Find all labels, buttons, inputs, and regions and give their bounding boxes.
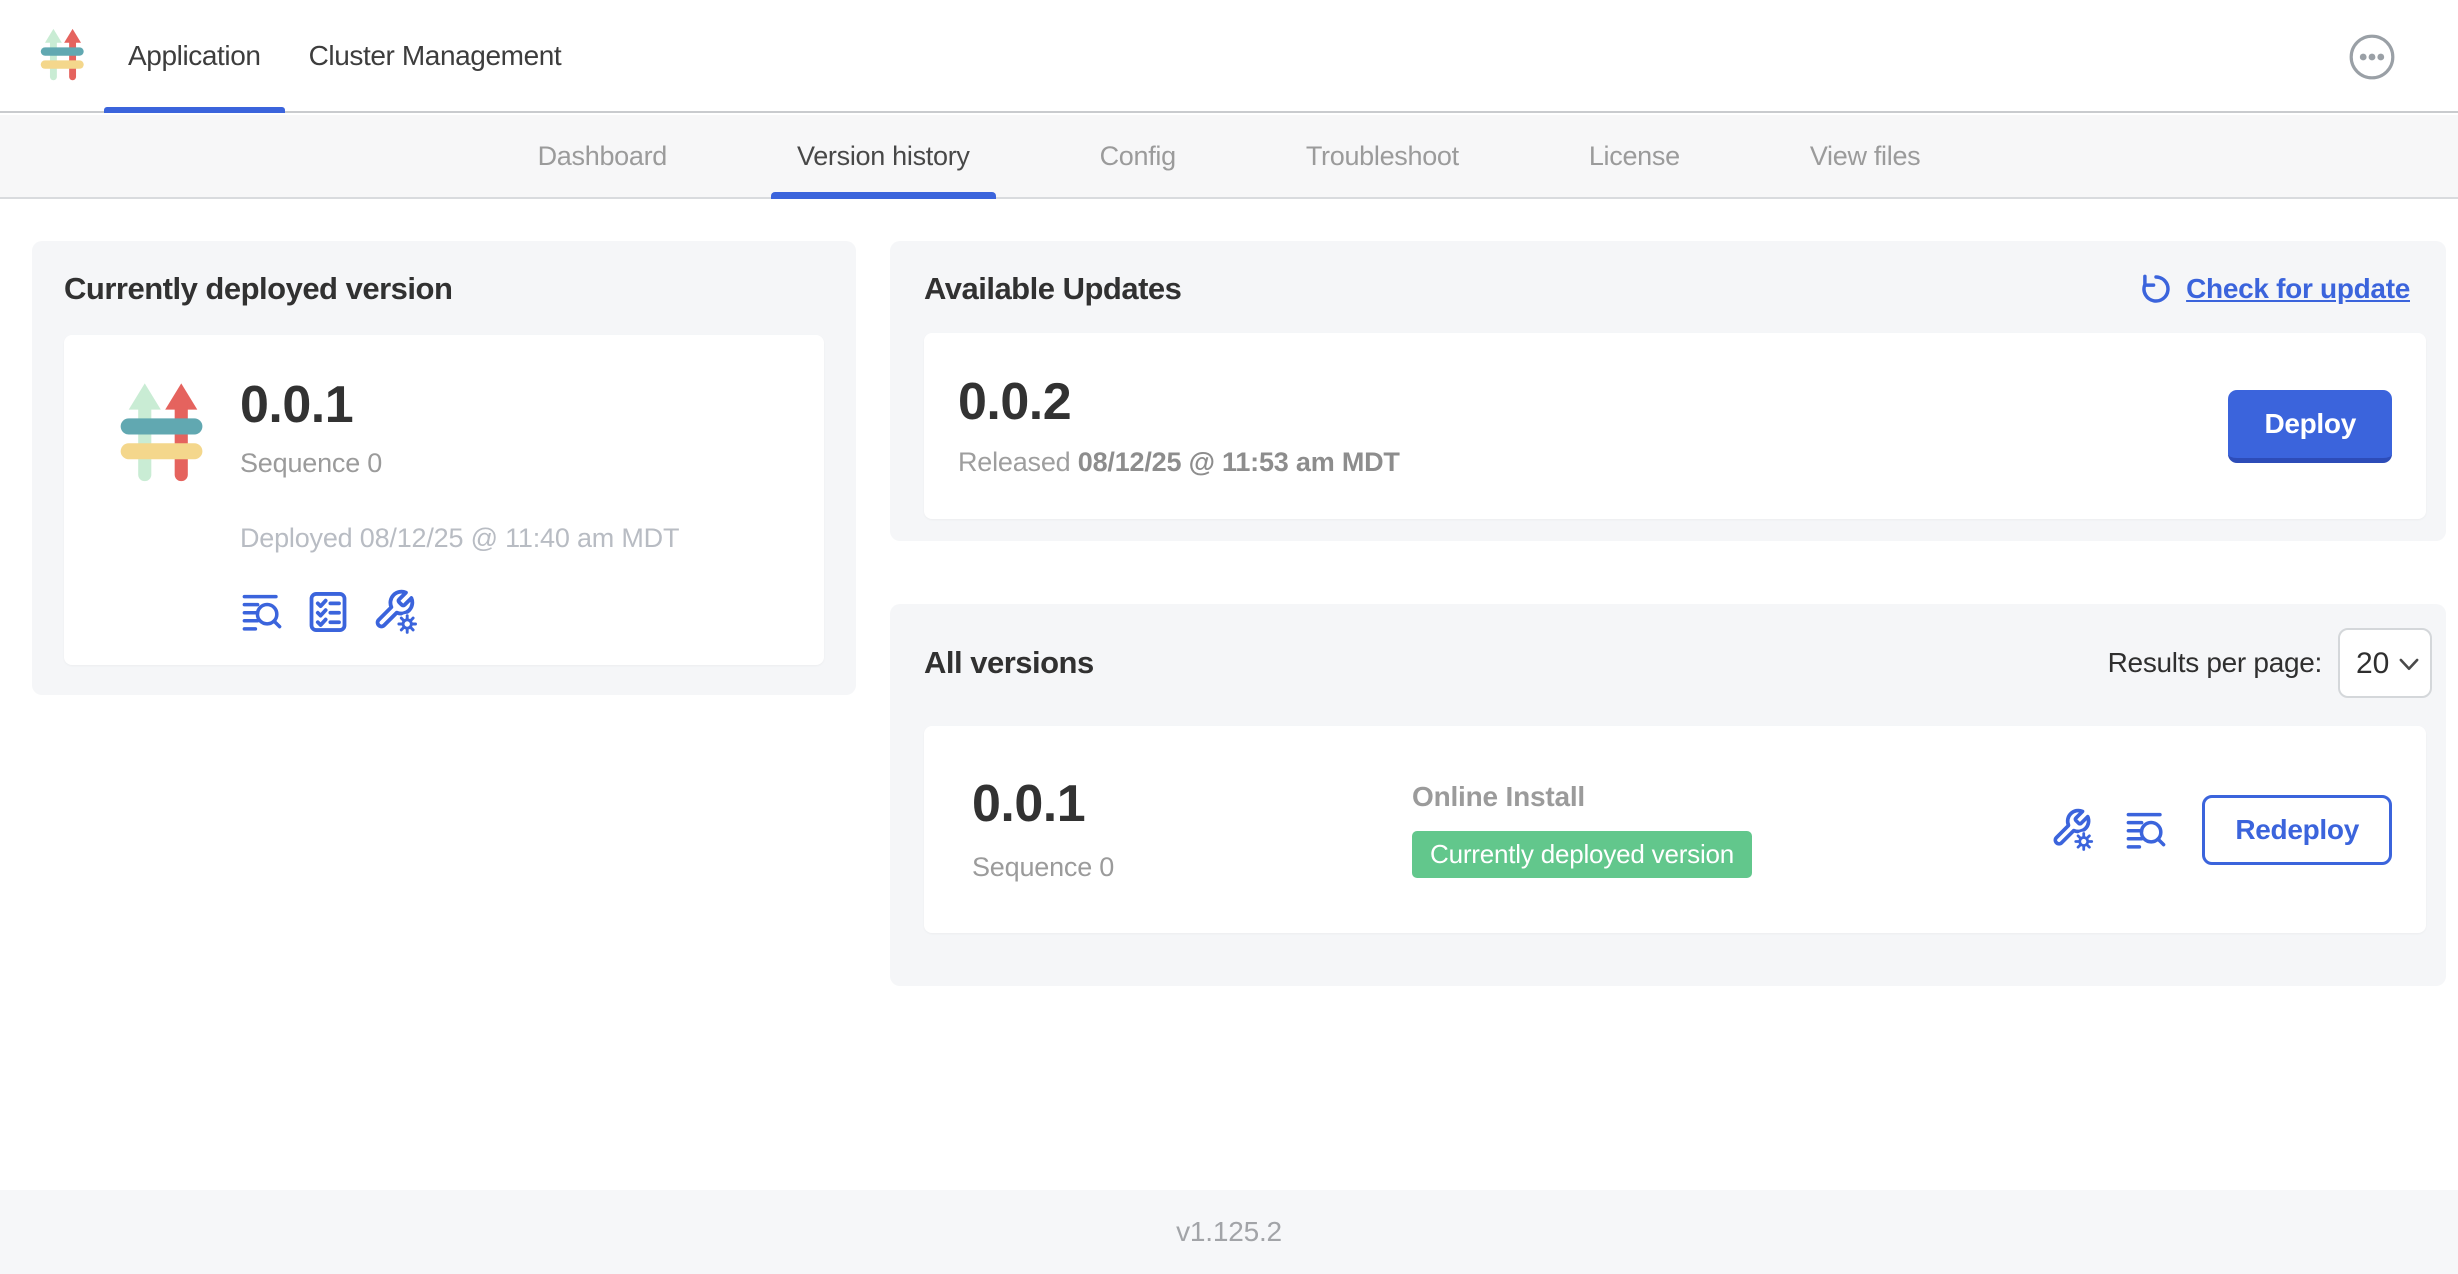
deployed-timestamp: Deployed 08/12/25 @ 11:40 am MDT — [240, 523, 679, 554]
subnav-tab-license[interactable]: License — [1563, 115, 1706, 197]
version-row-actions: Redeploy — [2050, 795, 2392, 865]
currently-deployed-card: Currently deployed version 0.0.1 Sequenc… — [32, 241, 856, 695]
release-notes-button[interactable] — [2124, 808, 2168, 852]
subnav-tab-version-history[interactable]: Version history — [771, 115, 996, 197]
released-prefix: Released — [958, 447, 1070, 477]
ellipsis-circle-icon — [2348, 33, 2396, 81]
deployed-version-details: 0.0.1 Sequence 0 Deployed 08/12/25 @ 11:… — [240, 363, 679, 636]
subnav-tab-view-files-label: View files — [1810, 141, 1921, 172]
wrench-gear-icon — [2050, 807, 2096, 853]
version-row-status: Online Install Currently deployed versio… — [1412, 781, 2050, 878]
check-for-update-link[interactable]: Check for update — [2138, 271, 2410, 307]
top-nav-tabs: Application Cluster Management — [104, 0, 585, 111]
results-per-page-label: Results per page: — [2108, 647, 2322, 679]
tab-cluster-management[interactable]: Cluster Management — [285, 0, 586, 111]
currently-deployed-title: Currently deployed version — [64, 271, 824, 307]
version-row: 0.0.1 Sequence 0 Online Install Currentl… — [924, 726, 2426, 933]
diff-lines-magnifier-icon — [2124, 808, 2168, 852]
check-for-update-label: Check for update — [2186, 273, 2410, 305]
deployed-action-icons — [240, 588, 679, 636]
currently-deployed-badge: Currently deployed version — [1412, 831, 1752, 878]
subnav-tab-troubleshoot-label: Troubleshoot — [1306, 141, 1459, 172]
tab-application[interactable]: Application — [104, 0, 285, 111]
results-per-page-select[interactable]: 20 — [2338, 628, 2432, 698]
available-updates-header: Available Updates Check for update — [924, 271, 2426, 307]
app-logo-arrows-icon — [118, 379, 208, 487]
deployed-version-number: 0.0.1 — [240, 377, 679, 434]
version-row-details: 0.0.1 Sequence 0 — [972, 776, 1412, 882]
available-updates-card: Available Updates Check for update 0.0.2… — [890, 241, 2446, 541]
all-versions-card: All versions Results per page: 20 0.0.1 … — [890, 604, 2446, 986]
wrench-gear-icon — [372, 588, 420, 636]
update-version-number: 0.0.2 — [958, 374, 1400, 431]
tab-application-label: Application — [128, 40, 261, 72]
row-sequence: Sequence 0 — [972, 852, 1412, 883]
results-per-page-select-wrap: 20 — [2338, 628, 2432, 698]
update-row: 0.0.2 Released 08/12/25 @ 11:53 am MDT D… — [924, 333, 2426, 519]
preflight-checklist-icon — [306, 590, 350, 634]
update-released-timestamp: Released 08/12/25 @ 11:53 am MDT — [958, 447, 1400, 478]
subnav-tab-dashboard-label: Dashboard — [538, 141, 667, 172]
released-date: 08/12/25 @ 11:53 am MDT — [1078, 447, 1400, 477]
subnav-tab-troubleshoot[interactable]: Troubleshoot — [1280, 115, 1485, 197]
row-version-number: 0.0.1 — [972, 776, 1412, 833]
subnav-tab-config[interactable]: Config — [1074, 115, 1202, 197]
app-logo-arrows-icon: #def-logo polygon, #def-logo rect { fill… — [40, 22, 86, 88]
app-subnav: Dashboard Version history Config Trouble… — [0, 115, 2458, 199]
edit-config-button[interactable] — [372, 588, 420, 636]
edit-config-button[interactable] — [2050, 807, 2096, 853]
deployed-sequence: Sequence 0 — [240, 448, 679, 479]
refresh-ccw-icon — [2138, 271, 2174, 307]
page-footer: v1.125.2 — [0, 1190, 2458, 1274]
console-version-label: v1.125.2 — [1176, 1216, 1282, 1248]
overflow-menu-button[interactable] — [2348, 33, 2396, 81]
diff-lines-magnifier-icon — [240, 590, 284, 634]
all-versions-title: All versions — [924, 645, 1094, 681]
subnav-tab-license-label: License — [1589, 141, 1680, 172]
subnav-tab-version-history-label: Version history — [797, 141, 970, 172]
update-details: 0.0.2 Released 08/12/25 @ 11:53 am MDT — [958, 374, 1400, 478]
deployed-version-panel: 0.0.1 Sequence 0 Deployed 08/12/25 @ 11:… — [64, 335, 824, 665]
subnav-tab-view-files[interactable]: View files — [1784, 115, 1947, 197]
all-versions-header: All versions Results per page: 20 — [924, 628, 2432, 698]
version-history-page: #def-logo polygon, #def-logo rect { fill… — [0, 0, 2458, 1274]
preflight-checks-button[interactable] — [306, 590, 350, 634]
available-updates-title: Available Updates — [924, 271, 1181, 307]
install-type-label: Online Install — [1412, 781, 2050, 813]
redeploy-button[interactable]: Redeploy — [2202, 795, 2392, 865]
results-per-page-group: Results per page: 20 — [2108, 628, 2432, 698]
tab-cluster-management-label: Cluster Management — [309, 40, 562, 72]
subnav-tab-config-label: Config — [1100, 141, 1176, 172]
subnav-tab-dashboard[interactable]: Dashboard — [512, 115, 693, 197]
release-notes-button[interactable] — [240, 590, 284, 634]
top-navbar: #def-logo polygon, #def-logo rect { fill… — [0, 0, 2458, 113]
deploy-button[interactable]: Deploy — [2228, 390, 2392, 463]
